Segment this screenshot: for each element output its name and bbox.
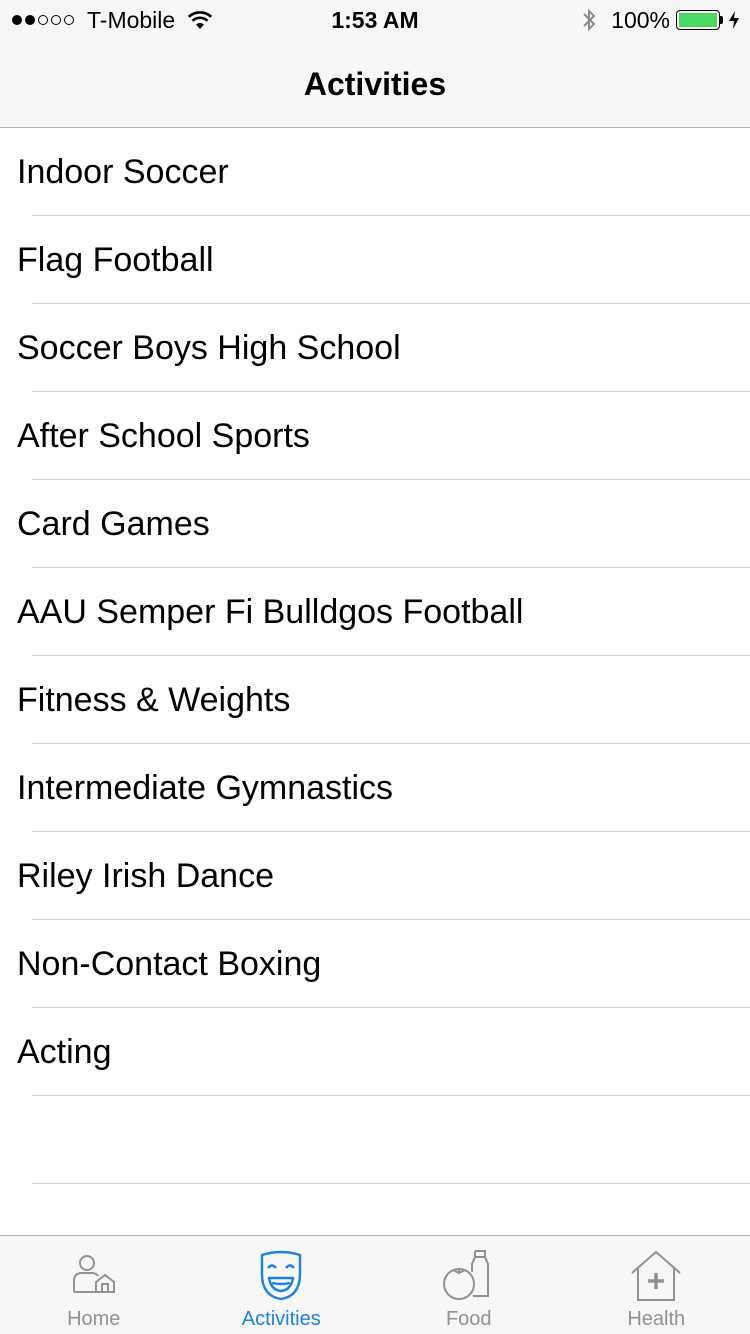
list-item-label: Non-Contact Boxing xyxy=(17,945,322,983)
empty-list-row xyxy=(0,1096,750,1184)
navigation-bar: Activities xyxy=(0,40,750,128)
list-item[interactable]: Acting xyxy=(0,1008,750,1096)
list-item-label: Acting xyxy=(17,1033,112,1071)
list-item-label: Intermediate Gymnastics xyxy=(17,769,394,807)
list-item[interactable]: Soccer Boys High School xyxy=(0,304,750,392)
status-right: 100% xyxy=(581,0,740,40)
list-item[interactable]: After School Sports xyxy=(0,392,750,480)
bluetooth-icon xyxy=(583,8,596,32)
list-item[interactable]: Fitness & Weights xyxy=(0,656,750,744)
list-item[interactable]: Non-Contact Boxing xyxy=(0,920,750,1008)
tab-label: Activities xyxy=(241,1308,321,1330)
activity-list: Indoor Soccer Flag Football Soccer Boys … xyxy=(0,128,750,1184)
list-item-label: Flag Football xyxy=(17,241,214,279)
list-item[interactable]: Card Games xyxy=(0,480,750,568)
battery-percent: 100% xyxy=(611,6,670,33)
tab-activities[interactable]: Activities xyxy=(188,1236,376,1334)
tab-home[interactable]: Home xyxy=(0,1236,188,1334)
battery-icon xyxy=(676,10,720,30)
row-separator xyxy=(32,1183,750,1184)
list-item[interactable]: Riley Irish Dance xyxy=(0,832,750,920)
tab-bar: Home Activities Food Health xyxy=(0,1235,750,1334)
health-house-icon xyxy=(631,1250,681,1301)
status-bar: T-Mobile 1:53 AM 100% xyxy=(0,0,750,40)
list-item-label: Indoor Soccer xyxy=(17,153,229,191)
list-item[interactable]: Intermediate Gymnastics xyxy=(0,744,750,832)
battery-level-fill xyxy=(679,13,717,27)
list-item[interactable]: Flag Football xyxy=(0,216,750,304)
tab-label: Food xyxy=(445,1308,492,1330)
list-item[interactable]: AAU Semper Fi Bulldgos Football xyxy=(0,568,750,656)
list-item-label: AAU Semper Fi Bulldgos Football xyxy=(17,593,524,631)
list-item[interactable]: Indoor Soccer xyxy=(0,128,750,216)
tab-label: Home xyxy=(67,1308,121,1330)
list-item-label: Riley Irish Dance xyxy=(17,857,274,895)
activities-screen: T-Mobile 1:53 AM 100% Activities Indoor … xyxy=(0,0,750,1334)
home-person-icon xyxy=(72,1255,115,1293)
tomato-bottle-icon xyxy=(442,1250,489,1300)
battery-cap xyxy=(720,16,723,24)
charging-bolt-icon xyxy=(729,11,739,29)
list-item-label: After School Sports xyxy=(17,417,310,455)
list-item-label: Card Games xyxy=(17,505,210,543)
list-item-label: Fitness & Weights xyxy=(17,681,291,719)
smiling-mask-icon xyxy=(261,1250,302,1301)
tab-food[interactable]: Food xyxy=(375,1236,563,1334)
page-title: Activities xyxy=(303,66,447,102)
tab-label: Health xyxy=(627,1308,686,1330)
list-item-label: Soccer Boys High School xyxy=(17,329,401,367)
tab-health[interactable]: Health xyxy=(563,1236,750,1334)
